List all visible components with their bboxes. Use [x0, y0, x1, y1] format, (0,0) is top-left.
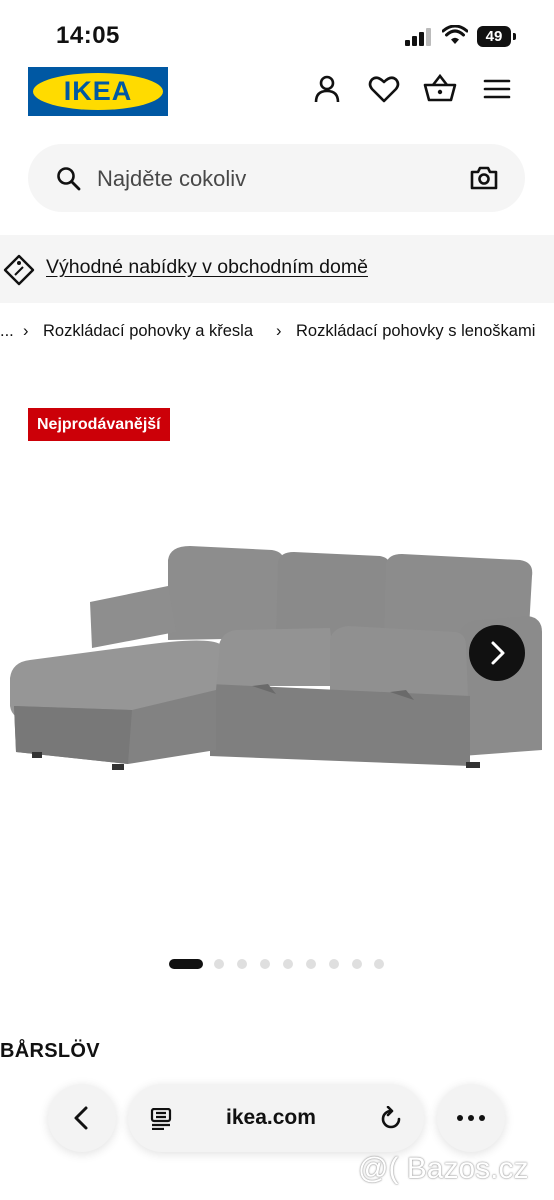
- camera-icon[interactable]: [470, 165, 498, 191]
- more-dots-icon: [457, 1115, 485, 1121]
- breadcrumb: ... › Rozkládací pohovky a křesla › Rozk…: [0, 322, 554, 346]
- search-icon: [57, 167, 81, 191]
- address-bar[interactable]: ikea.com: [128, 1084, 424, 1152]
- bestseller-badge: Nejprodávanější: [28, 408, 170, 441]
- logo-text: IKEA: [63, 76, 133, 106]
- pagination-dot[interactable]: [214, 959, 224, 969]
- reload-icon[interactable]: [378, 1106, 404, 1132]
- product-name: BÅRSLÖV: [0, 1040, 100, 1062]
- chevron-left-icon: [74, 1106, 88, 1130]
- wifi-icon: [442, 25, 468, 44]
- pagination-dot-active[interactable]: [169, 959, 203, 969]
- pagination-dot[interactable]: [306, 959, 316, 969]
- site-header: IKEA: [0, 66, 554, 118]
- price-tag-icon: [3, 254, 35, 286]
- breadcrumb-ellipsis[interactable]: ...: [0, 322, 14, 341]
- url-text: ikea.com: [226, 1106, 316, 1129]
- next-image-button[interactable]: [469, 625, 525, 681]
- pagination-dot[interactable]: [260, 959, 270, 969]
- signal-icon: [405, 28, 431, 46]
- chevron-right-icon: ›: [23, 322, 29, 340]
- back-button[interactable]: [48, 1084, 116, 1152]
- battery-tip: [513, 33, 516, 40]
- chevron-right-icon: ›: [276, 322, 282, 340]
- browser-toolbar: ikea.com: [0, 1080, 554, 1160]
- promo-banner[interactable]: Výhodné nabídky v obchodním domě: [0, 235, 554, 303]
- chevron-right-icon: [491, 641, 505, 665]
- pagination-dot[interactable]: [283, 959, 293, 969]
- heart-icon[interactable]: [367, 72, 401, 106]
- more-options-button[interactable]: [437, 1084, 505, 1152]
- image-pagination: [169, 958, 389, 970]
- clock: 14:05: [56, 22, 120, 49]
- user-icon[interactable]: [310, 72, 344, 106]
- battery-indicator: 49: [477, 26, 511, 47]
- breadcrumb-item[interactable]: Rozkládací pohovky s lenoškami: [296, 322, 535, 341]
- breadcrumb-item[interactable]: Rozkládací pohovky a křesla: [43, 322, 253, 341]
- basket-icon[interactable]: [423, 72, 457, 106]
- pagination-dot[interactable]: [237, 959, 247, 969]
- pagination-dot[interactable]: [374, 959, 384, 969]
- status-bar: 14:05 49: [0, 0, 554, 70]
- promo-link[interactable]: Výhodné nabídky v obchodním domě: [46, 256, 368, 279]
- pagination-dot[interactable]: [352, 959, 362, 969]
- bazos-watermark: @( Bazos.cz: [358, 1152, 529, 1185]
- search-bar[interactable]: Najděte cokoliv: [28, 144, 525, 212]
- search-input[interactable]: Najděte cokoliv: [97, 166, 246, 192]
- ikea-logo[interactable]: IKEA: [28, 67, 168, 116]
- reader-mode-icon[interactable]: [150, 1108, 174, 1130]
- menu-icon[interactable]: [480, 72, 514, 106]
- pagination-dot[interactable]: [329, 959, 339, 969]
